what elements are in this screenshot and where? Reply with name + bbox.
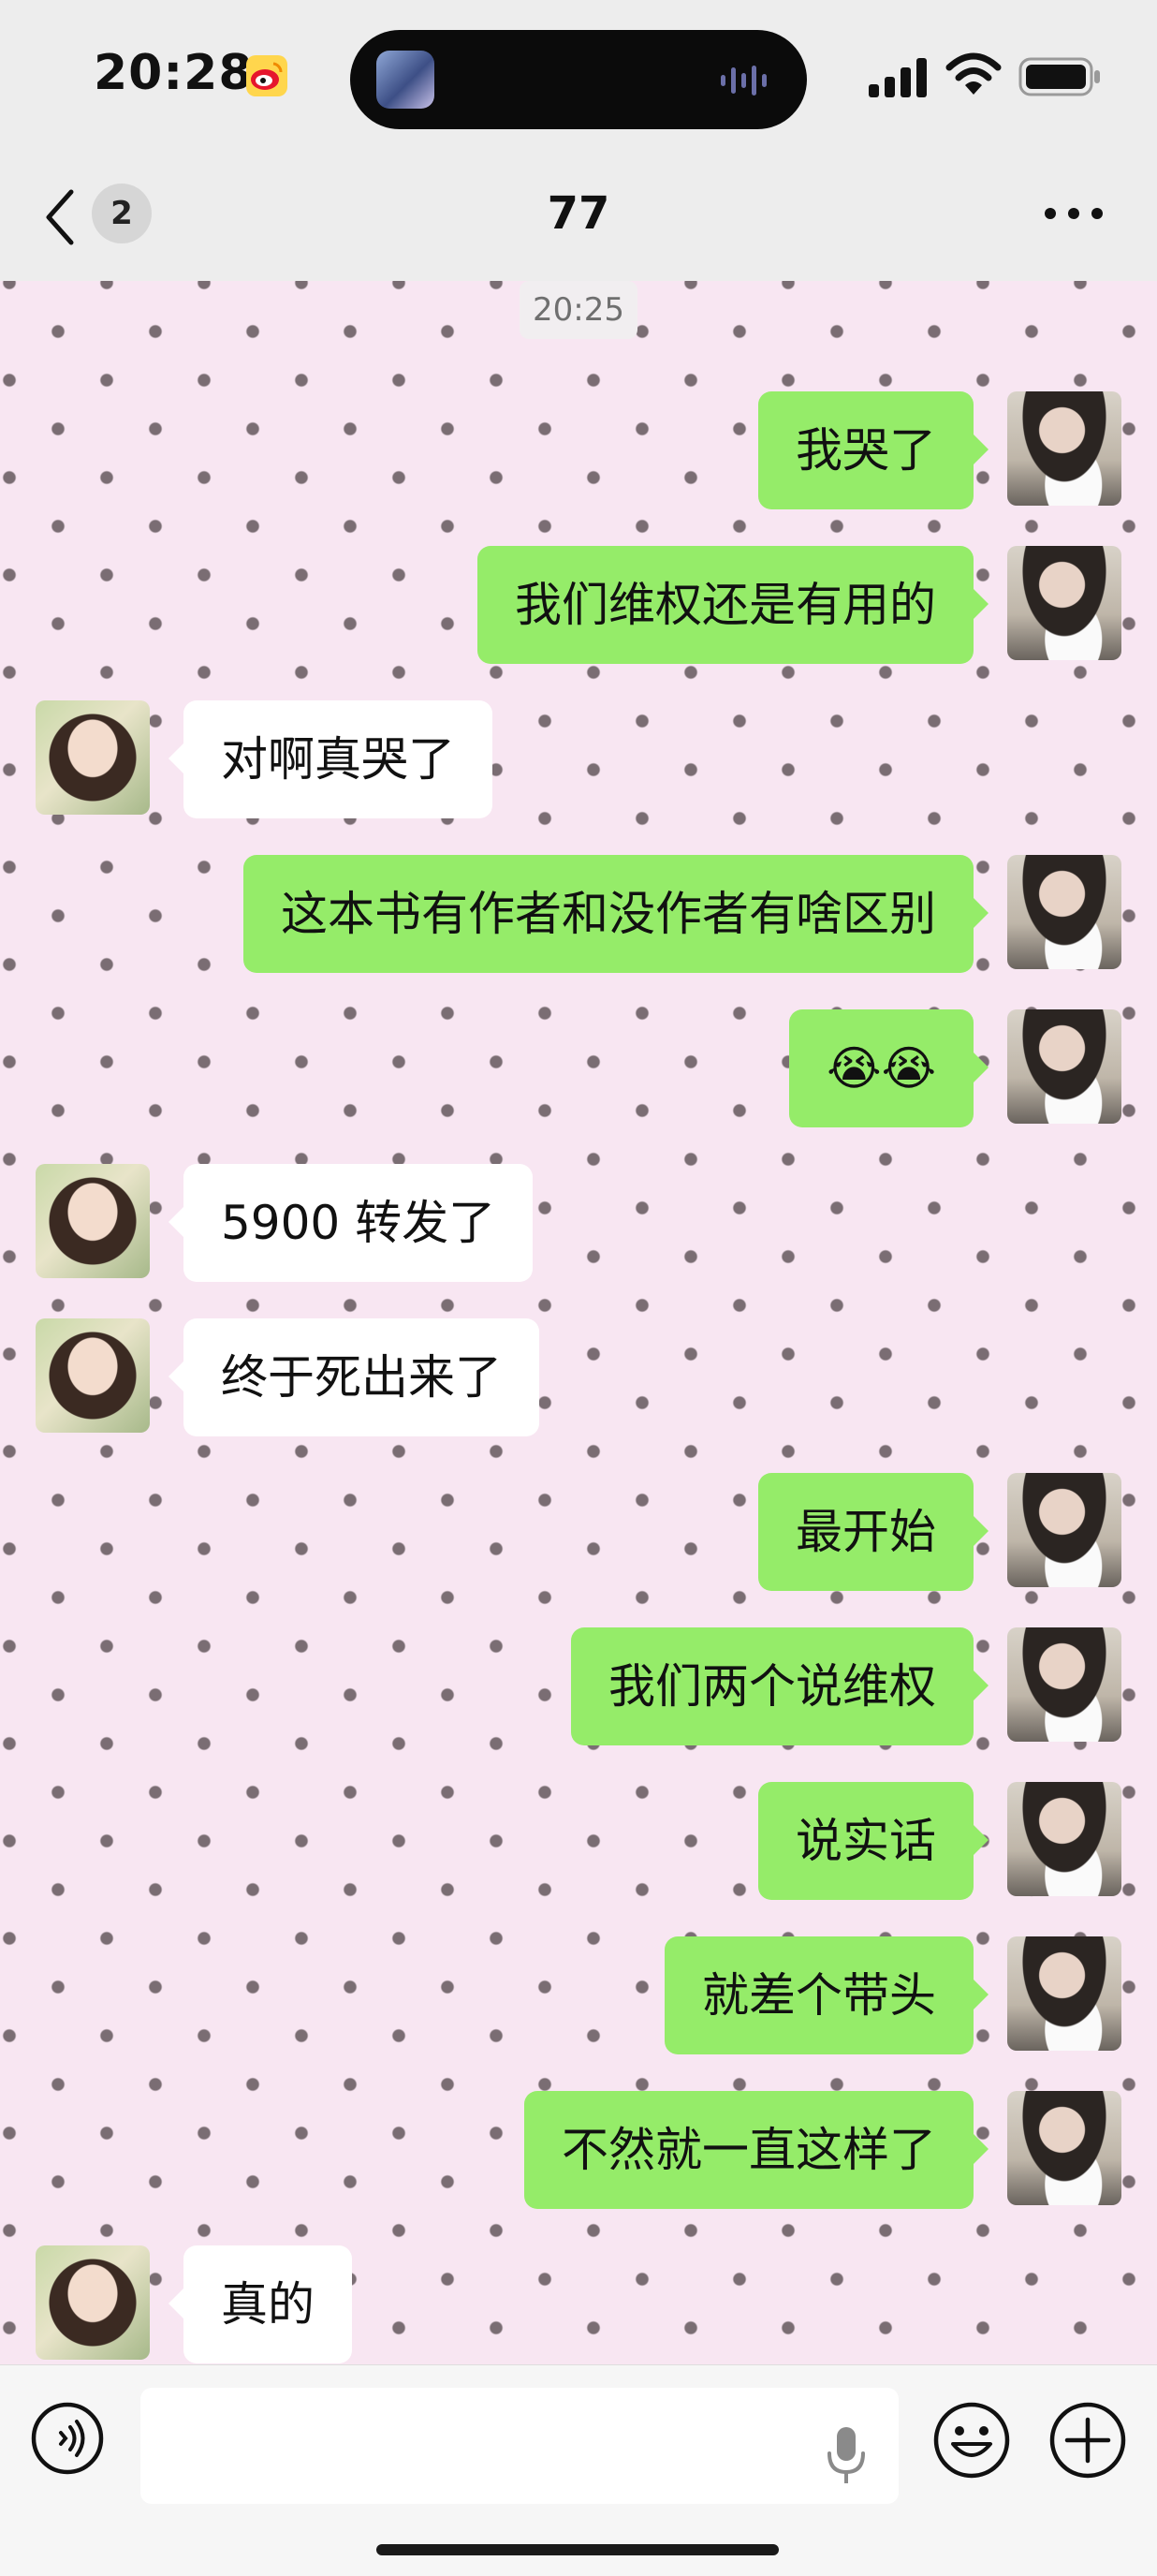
message-bubble-sent[interactable]: 这本书有作者和没作者有啥区别	[243, 855, 989, 973]
self-avatar[interactable]	[1007, 391, 1121, 506]
message-bubble-sent[interactable]: 就差个带头	[665, 1936, 989, 2054]
self-avatar[interactable]	[1007, 2091, 1121, 2205]
self-avatar[interactable]	[1007, 1782, 1121, 1896]
self-avatar[interactable]	[1007, 1627, 1121, 1742]
contact-avatar[interactable]	[36, 700, 150, 815]
status-bar: 20:28	[0, 0, 1157, 155]
audio-wave-icon	[721, 66, 767, 96]
self-avatar[interactable]	[1007, 546, 1121, 660]
contact-avatar[interactable]	[36, 1164, 150, 1278]
message-bubble-sent[interactable]: 说实话	[758, 1782, 989, 1900]
message-bubble-sent[interactable]: 😭😭	[789, 1009, 989, 1127]
message-bubble-received[interactable]: 终于死出来了	[168, 1318, 539, 1436]
emoji-icon[interactable]	[932, 2401, 1011, 2480]
weibo-icon	[246, 55, 287, 96]
message-input[interactable]	[140, 2388, 899, 2504]
island-album-thumbnail	[376, 51, 434, 109]
self-avatar[interactable]	[1007, 1009, 1121, 1124]
mic-icon[interactable]	[824, 2423, 869, 2487]
contact-avatar[interactable]	[36, 2245, 150, 2360]
status-time: 20:28	[94, 45, 254, 101]
dynamic-island[interactable]	[350, 30, 807, 129]
self-avatar[interactable]	[1007, 855, 1121, 969]
message-bubble-received[interactable]: 真的	[168, 2245, 352, 2363]
plus-icon[interactable]	[1048, 2401, 1127, 2480]
home-indicator[interactable]	[376, 2544, 779, 2555]
message-bubble-received[interactable]: 对啊真哭了	[168, 700, 492, 818]
voice-icon[interactable]	[30, 2401, 105, 2476]
message-timestamp: 20:25	[520, 281, 637, 339]
message-bubble-sent[interactable]: 最开始	[758, 1473, 989, 1591]
input-toolbar	[0, 2364, 1157, 2576]
self-avatar[interactable]	[1007, 1936, 1121, 2051]
message-bubble-received[interactable]: 5900 转发了	[168, 1164, 534, 1282]
chat-title: 77	[547, 187, 610, 240]
signal-icon	[869, 58, 927, 97]
contact-avatar[interactable]	[36, 1318, 150, 1433]
chat-messages[interactable]: 20:25 我哭了 我们维权还是有用的 对啊真哭了 这本书有作者和没作者有啥区别…	[0, 281, 1157, 2364]
message-bubble-sent[interactable]: 我们维权还是有用的	[477, 546, 989, 664]
self-avatar[interactable]	[1007, 1473, 1121, 1587]
battery-icon	[1018, 57, 1100, 96]
wifi-icon	[945, 52, 1002, 95]
message-bubble-sent[interactable]: 不然就一直这样了	[524, 2091, 989, 2209]
message-bubble-sent[interactable]: 我哭了	[758, 391, 989, 509]
message-bubble-sent[interactable]: 我们两个说维权	[571, 1627, 989, 1745]
